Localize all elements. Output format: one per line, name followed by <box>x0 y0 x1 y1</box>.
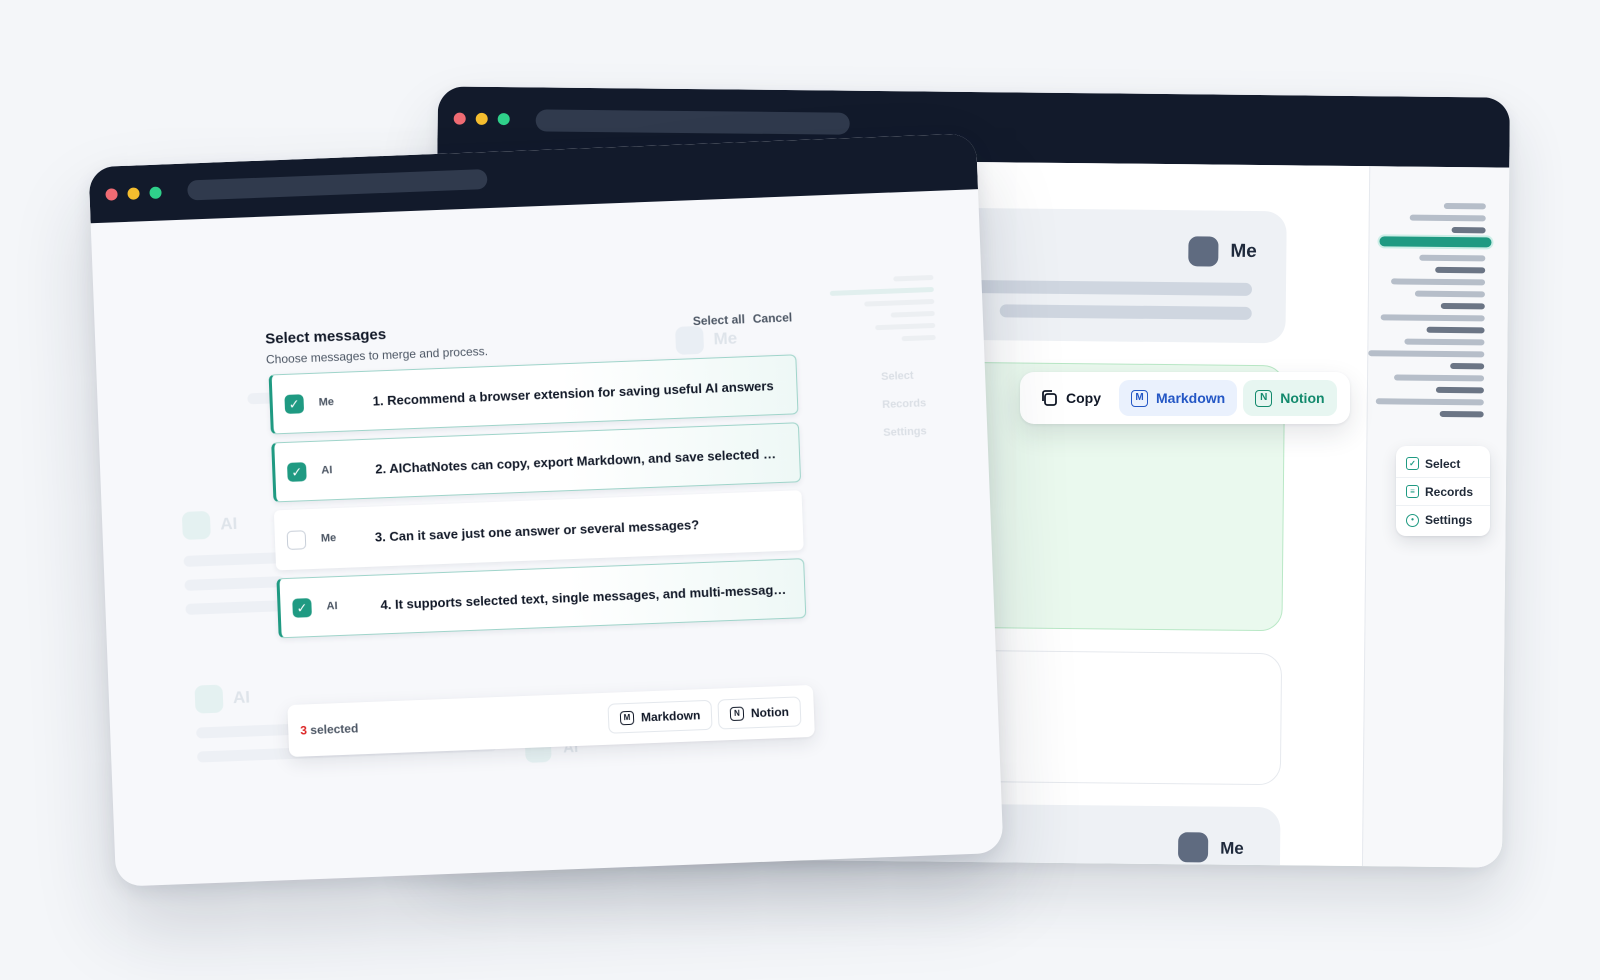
message-text: 4. It supports selected text, single mes… <box>380 581 791 612</box>
copy-icon <box>1042 390 1057 406</box>
message-text: 2. AIChatNotes can copy, export Markdown… <box>374 445 786 477</box>
outline-line[interactable] <box>1394 374 1485 382</box>
outline-line[interactable] <box>1375 398 1484 406</box>
outline-line[interactable] <box>1440 302 1485 310</box>
notion-save-button[interactable]: N Notion <box>1243 380 1337 416</box>
copy-label: Copy <box>1066 390 1101 406</box>
message-row[interactable]: ✓ AI 2. AIChatNotes can copy, export Mar… <box>271 422 802 503</box>
markdown-label: Markdown <box>640 708 701 725</box>
sender-label: Me <box>1220 838 1244 858</box>
message-text: 1. Recommend a browser extension for sav… <box>372 377 774 409</box>
selected-count-suffix: selected <box>306 721 359 738</box>
selection-footer: 3 selected M Markdown N Notion <box>287 684 815 758</box>
avatar <box>194 684 224 714</box>
address-bar[interactable] <box>187 169 488 201</box>
menu-item-records[interactable]: ≡ Records <box>1396 478 1490 506</box>
markdown-export-button[interactable]: M Markdown <box>607 699 713 734</box>
avatar <box>181 510 211 540</box>
extension-mini-menu: ✓ Select ≡ Records • Settings <box>1396 446 1490 536</box>
sender-label: AI <box>326 600 338 613</box>
sender-label: Me <box>318 396 335 409</box>
notion-label: Notion <box>1280 390 1325 406</box>
avatar <box>675 325 705 355</box>
message-row[interactable]: Me 3. Can it save just one answer or sev… <box>273 490 804 571</box>
avatar <box>1188 236 1219 267</box>
sender-label: AI <box>321 464 333 477</box>
outline-line <box>829 286 934 296</box>
notion-icon: N <box>729 706 745 722</box>
sender-label: Me <box>320 532 337 545</box>
ghost-sender-label: AI <box>219 513 238 534</box>
minimize-dot-icon[interactable] <box>475 112 488 125</box>
message-row[interactable]: ✓ AI 4. It supports selected text, singl… <box>276 558 807 639</box>
outline-line <box>890 310 935 318</box>
outline-line[interactable] <box>1450 363 1485 370</box>
menu-item-label: Settings <box>1425 513 1473 527</box>
ghost-menu-item: Records <box>881 397 927 412</box>
markdown-icon: M <box>1131 389 1148 407</box>
maximize-dot-icon[interactable] <box>149 186 162 199</box>
select-all-button[interactable]: Select all <box>693 312 746 328</box>
cancel-button[interactable]: Cancel <box>753 310 793 326</box>
close-dot-icon[interactable] <box>105 188 118 201</box>
outline-line[interactable] <box>1419 254 1486 262</box>
outline-line[interactable] <box>1409 214 1486 222</box>
minimize-dot-icon[interactable] <box>127 187 140 200</box>
outline-line[interactable] <box>1368 350 1485 358</box>
ghost-sender-label: AI <box>232 687 251 708</box>
message-text: 3. Can it save just one answer or severa… <box>374 516 700 545</box>
copy-button[interactable]: Copy <box>1028 380 1113 416</box>
markdown-export-button[interactable]: M Markdown <box>1119 380 1238 416</box>
list-icon: ≡ <box>1406 485 1419 498</box>
panel-title: Select messages <box>264 326 387 348</box>
menu-item-label: Select <box>1425 456 1461 471</box>
markdown-icon: M <box>619 710 635 726</box>
checkbox-checked[interactable]: ✓ <box>286 461 307 482</box>
notion-label: Notion <box>750 704 790 721</box>
outline-line[interactable] <box>1380 314 1485 322</box>
message-action-toolbar: Copy M Markdown N Notion <box>1020 372 1350 424</box>
stage: Me Me Copy M Markdown N Notion ✓ Select … <box>0 0 1600 980</box>
ghost-menu-item: Settings <box>883 425 927 439</box>
outline-line[interactable] <box>1426 326 1485 334</box>
menu-item-settings[interactable]: • Settings <box>1396 506 1490 534</box>
outline-line <box>864 298 935 307</box>
text-line <box>184 576 285 591</box>
outline-line[interactable] <box>1439 410 1484 418</box>
checkbox-unchecked[interactable] <box>286 529 307 550</box>
menu-item-select[interactable]: ✓ Select <box>1396 450 1490 478</box>
selected-count: 3 selected <box>300 721 359 737</box>
panel-subtitle: Choose messages to merge and process. <box>265 344 489 367</box>
menu-item-label: Records <box>1425 484 1474 499</box>
outline-line <box>893 274 934 282</box>
outline-line[interactable] <box>1443 202 1486 210</box>
settings-circle-icon: • <box>1406 513 1419 527</box>
markdown-label: Markdown <box>1156 390 1226 406</box>
outline-line[interactable] <box>1404 338 1485 346</box>
checkbox-checked[interactable]: ✓ <box>284 393 305 414</box>
outline-line <box>901 334 936 342</box>
outline-line[interactable] <box>1435 386 1484 394</box>
outline-line[interactable] <box>1451 227 1486 234</box>
outline-line <box>875 322 936 331</box>
message-row[interactable]: ✓ Me 1. Recommend a browser extension fo… <box>268 354 799 435</box>
ghost-menu-item: Select <box>880 369 914 384</box>
maximize-dot-icon[interactable] <box>497 113 510 126</box>
notion-save-button[interactable]: N Notion <box>717 696 802 730</box>
outline-line-active[interactable] <box>1379 236 1492 248</box>
outline-line[interactable] <box>1414 290 1485 298</box>
outline-line[interactable] <box>1435 266 1486 274</box>
sender-label: Me <box>1230 240 1257 262</box>
notion-icon: N <box>1255 389 1273 407</box>
text-line <box>999 304 1252 320</box>
front-browser-window: Me AI AI AI Select Records Settings Sele… <box>88 133 1004 887</box>
outline-line[interactable] <box>1391 278 1486 286</box>
avatar <box>1177 832 1209 863</box>
address-bar[interactable] <box>535 109 850 135</box>
check-square-icon: ✓ <box>1406 457 1419 470</box>
checkbox-checked[interactable]: ✓ <box>292 597 312 618</box>
ghost-sender-label: Me <box>713 328 738 349</box>
close-dot-icon[interactable] <box>453 112 466 125</box>
